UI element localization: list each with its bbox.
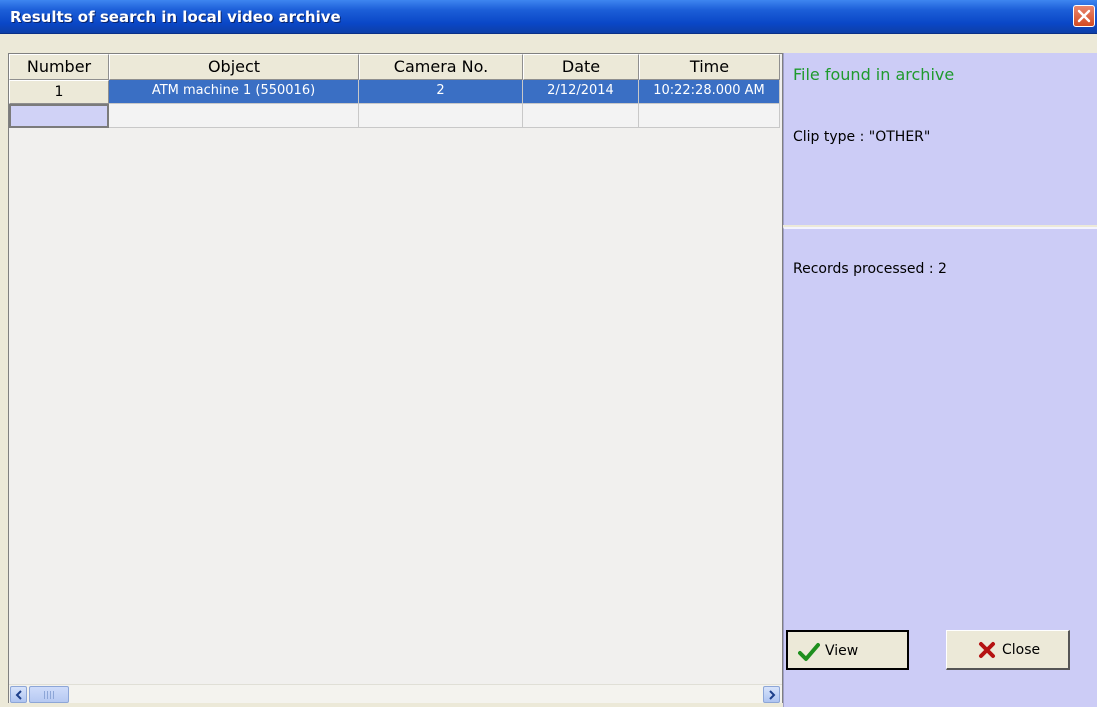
cell-number[interactable]: 1: [9, 80, 109, 104]
cell-date[interactable]: 2/12/2014: [523, 80, 639, 104]
cell-object[interactable]: ATM machine 1 (550016): [109, 80, 359, 104]
file-info-panel: File found in archive Clip type : "OTHER…: [783, 53, 1097, 225]
chevron-left-icon: [15, 690, 22, 700]
window-close-button[interactable]: [1073, 5, 1095, 27]
close-x-icon: [979, 642, 995, 658]
column-header-number[interactable]: Number: [9, 54, 109, 80]
results-grid[interactable]: Number Object Camera No. Date Time 1 ATM…: [8, 53, 783, 703]
view-button-label: View: [825, 643, 859, 659]
column-header-object[interactable]: Object: [109, 54, 359, 80]
clip-type-label: Clip type : "OTHER": [793, 129, 931, 145]
close-button[interactable]: Close: [946, 630, 1070, 670]
scroll-right-button[interactable]: [763, 686, 780, 703]
search-results-window: Results of search in local video archive…: [0, 0, 1097, 707]
horizontal-scrollbar[interactable]: [9, 684, 782, 703]
title-bar[interactable]: Results of search in local video archive: [0, 0, 1097, 34]
table-row[interactable]: 1 ATM machine 1 (550016) 2 2/12/2014 10:…: [9, 80, 780, 104]
table-row-empty[interactable]: [9, 104, 780, 128]
scroll-left-button[interactable]: [10, 686, 27, 703]
close-button-label: Close: [1002, 642, 1041, 658]
window-title: Results of search in local video archive: [10, 8, 341, 26]
records-processed-label: Records processed : 2: [793, 261, 947, 277]
cell-object[interactable]: [109, 104, 359, 128]
cell-date[interactable]: [523, 104, 639, 128]
column-header-camera[interactable]: Camera No.: [359, 54, 523, 80]
cell-number[interactable]: [9, 104, 109, 128]
cell-camera[interactable]: [359, 104, 523, 128]
close-icon: [1077, 9, 1091, 23]
grid-header: Number Object Camera No. Date Time: [9, 54, 780, 80]
scroll-thumb[interactable]: [29, 686, 69, 703]
cell-camera[interactable]: 2: [359, 80, 523, 104]
column-header-time[interactable]: Time: [639, 54, 780, 80]
view-button[interactable]: View: [786, 630, 909, 670]
column-header-date[interactable]: Date: [523, 54, 639, 80]
cell-time[interactable]: 10:22:28.000 AM: [639, 80, 780, 104]
file-found-status: File found in archive: [793, 65, 955, 84]
cell-time[interactable]: [639, 104, 780, 128]
chevron-right-icon: [769, 690, 776, 700]
processing-panel: Records processed : 2 View Close: [783, 227, 1097, 707]
checkmark-icon: [798, 643, 820, 661]
